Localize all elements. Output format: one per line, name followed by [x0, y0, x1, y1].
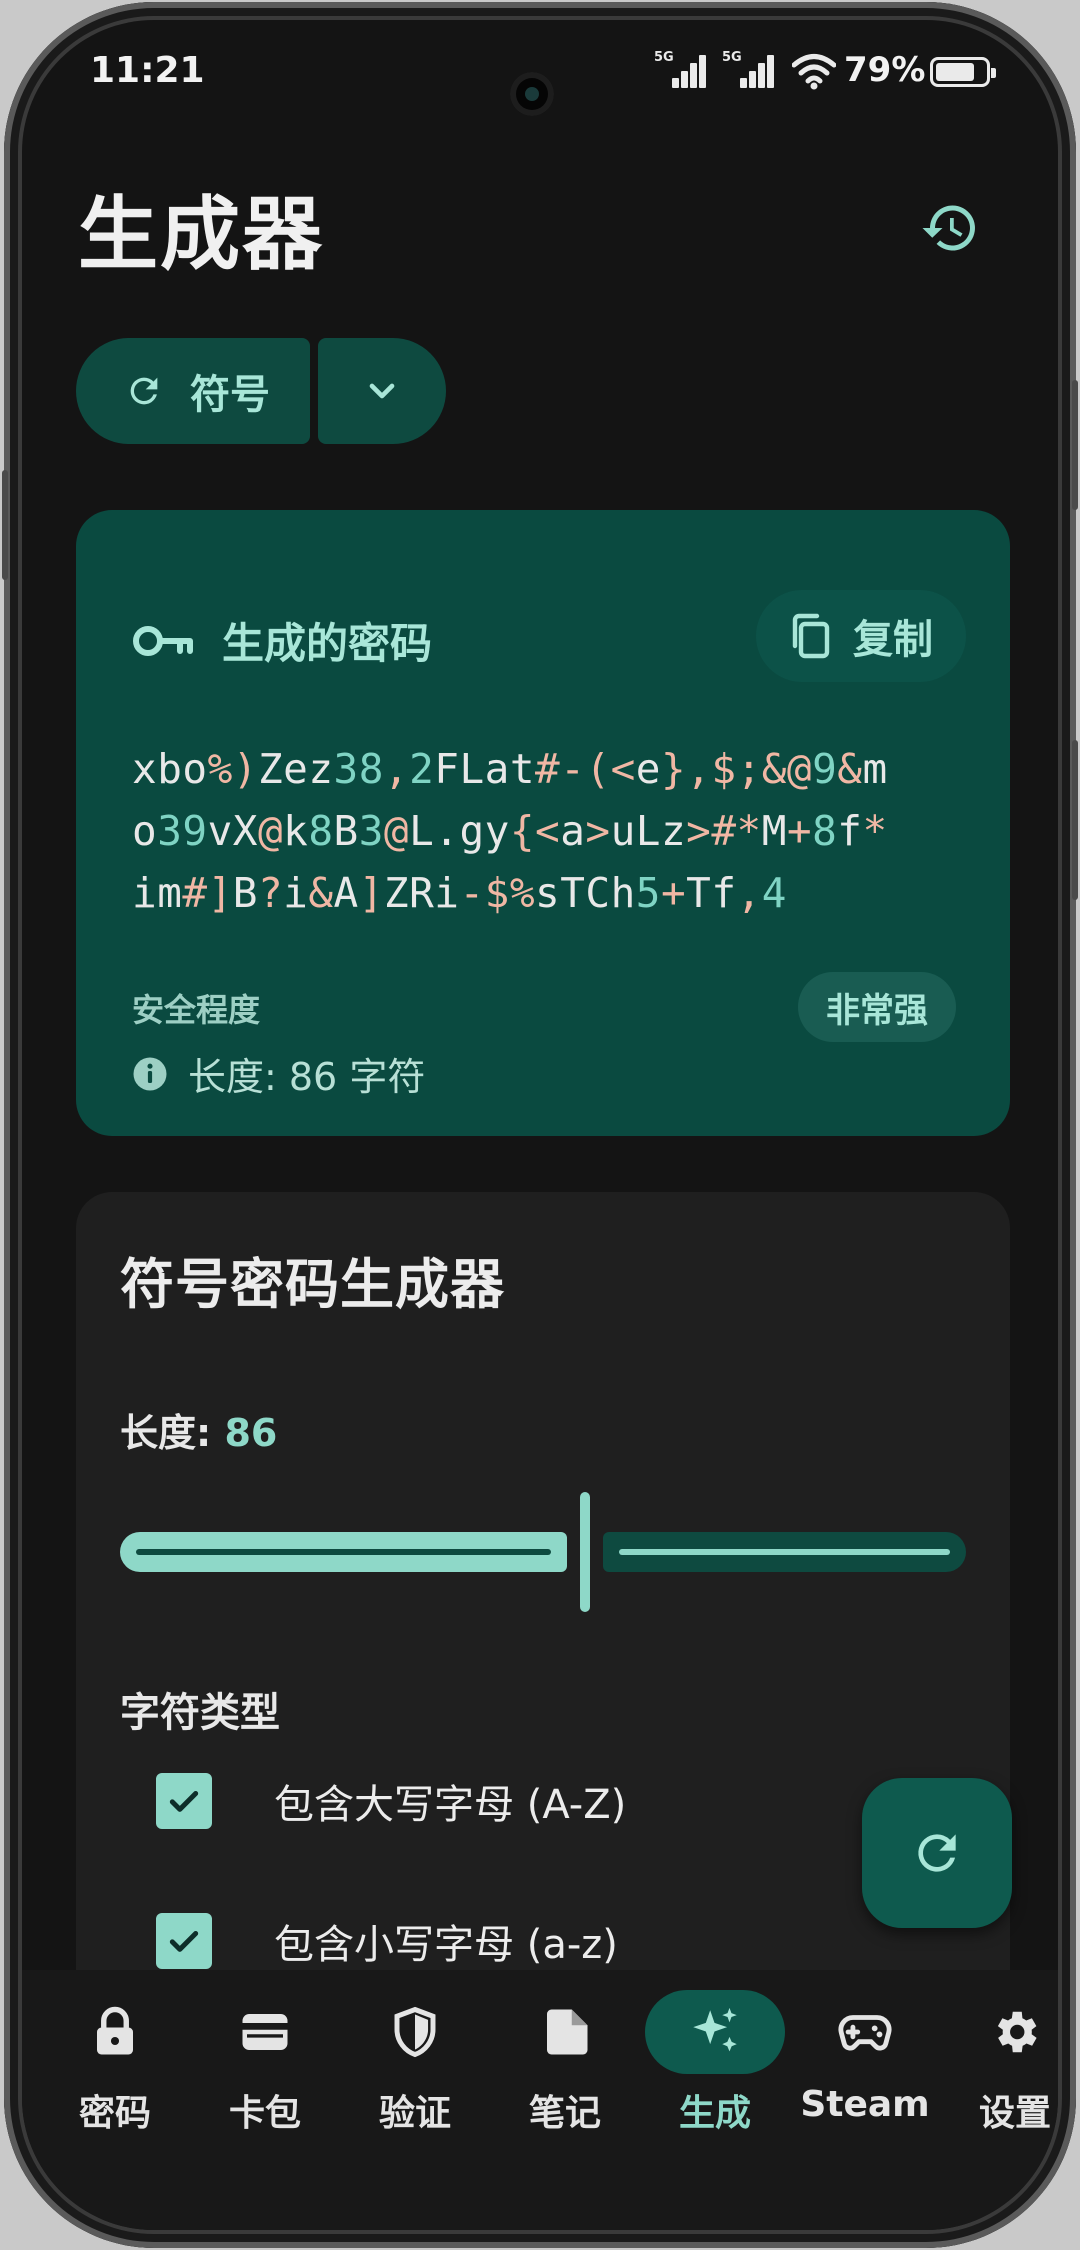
nav-item-wallet[interactable]: 卡包: [190, 1990, 340, 2136]
nav-pill: [945, 1990, 1058, 2074]
refresh-icon: [918, 1834, 956, 1872]
history-button[interactable]: [912, 190, 988, 266]
copy-label: 复制: [853, 617, 933, 663]
bottom-nav: 密码 卡包 验证 笔记 生成 Steam 设置: [22, 1970, 1058, 2230]
nav-label: 密码: [78, 2093, 151, 2134]
front-camera: [510, 72, 554, 116]
refresh-icon: [130, 377, 158, 405]
info-icon: [133, 1057, 167, 1090]
side-button: [2, 470, 8, 580]
nav-label: 卡包: [228, 2093, 301, 2134]
nav-pill: [345, 1990, 485, 2074]
option-lowercase[interactable]: 包含小写字母 (a-z): [156, 1912, 618, 1970]
screen: 11:21 5G 5G 79% 生成器 符号 生成的密码 复制 xbo%)Zez…: [22, 20, 1058, 2230]
length-value: 86: [224, 1411, 278, 1455]
status-bar: 11:21 5G 5G 79%: [22, 20, 1058, 130]
password-line: im#]B?i&A]ZRi-$%sTCh5+Tf,4: [132, 869, 787, 917]
card-title: 生成的密码: [222, 619, 433, 668]
generated-password-card: 生成的密码 复制 xbo%)Zez38,2FLat#-(<e},$;&@9&m o…: [76, 510, 1010, 1136]
nav-item-notes[interactable]: 笔记: [490, 1990, 640, 2136]
signal-icon: 5G: [654, 50, 706, 88]
key-icon: [133, 625, 193, 656]
uppercase-label: 包含大写字母 (A-Z): [274, 1782, 627, 1828]
length-row: 长度: 86: [120, 1402, 277, 1457]
length-info: 长度: 86 字符: [132, 1046, 425, 1101]
nav-item-passwords[interactable]: 密码: [40, 1990, 190, 2136]
shield-icon: [394, 2006, 436, 2058]
nav-pill: [645, 1990, 785, 2074]
battery-percent: 79%: [844, 50, 926, 90]
note-icon: [547, 2009, 588, 2055]
check-icon: [169, 1931, 199, 1952]
copy-button[interactable]: 复制: [756, 590, 966, 682]
option-uppercase[interactable]: 包含大写字母 (A-Z): [156, 1772, 626, 1830]
side-button: [1072, 380, 1078, 510]
lock-icon: [97, 2006, 133, 2055]
nav-item-authenticator[interactable]: 验证: [340, 1990, 490, 2136]
page-title: 生成器: [78, 188, 324, 281]
nav-item-generator[interactable]: 生成: [640, 1990, 790, 2136]
password-line: xbo%)Zez38,2FLat#-(<e},$;&@9&m: [132, 745, 888, 793]
nav-label: 笔记: [528, 2093, 601, 2134]
nav-pill: [495, 1990, 635, 2074]
slider-inactive-track: [603, 1532, 966, 1572]
signal-icon: 5G: [722, 50, 774, 88]
chevron-down-icon: [369, 383, 395, 399]
battery-icon: [930, 57, 996, 87]
nav-pill: [795, 1990, 935, 2074]
gamepad-icon: [838, 2015, 892, 2051]
nav-label: Steam: [800, 2084, 930, 2125]
generated-password[interactable]: xbo%)Zez38,2FLat#-(<e},$;&@9&m o39vX@k8B3…: [132, 738, 962, 924]
sparkle-icon: [693, 2007, 737, 2052]
nav-label: 生成: [678, 2093, 751, 2134]
gear-icon: [997, 2011, 1037, 2053]
battery-level: [936, 63, 974, 81]
generator-type-label: 符号: [190, 372, 270, 418]
strength-label: 安全程度: [132, 991, 261, 1029]
nav-item-steam[interactable]: Steam: [790, 1990, 940, 2125]
regenerate-fab[interactable]: [862, 1778, 1012, 1928]
network-type: 5G: [654, 50, 674, 65]
uppercase-checkbox[interactable]: [156, 1773, 212, 1829]
length-text: 长度: 86 字符: [188, 1055, 426, 1099]
nav-item-settings[interactable]: 设置: [940, 1990, 1058, 2136]
generator-settings-card: 符号密码生成器 长度: 86 字符类型 包含大写字母 (A-Z) 包含小写字母 …: [76, 1192, 1010, 2092]
check-icon: [169, 1791, 199, 1812]
nav-pill: [195, 1990, 335, 2074]
wallet-icon: [242, 2014, 288, 2050]
network-type: 5G: [722, 50, 742, 65]
card-header: 生成的密码: [132, 610, 432, 671]
side-button: [1072, 740, 1078, 900]
status-time: 11:21: [90, 50, 205, 91]
nav-label: 验证: [378, 2093, 451, 2134]
strength-badge: 非常强: [798, 972, 956, 1042]
copy-icon: [792, 613, 830, 659]
nav-label: 设置: [978, 2093, 1051, 2134]
lowercase-label: 包含小写字母 (a-z): [274, 1922, 618, 1968]
lowercase-checkbox[interactable]: [156, 1913, 212, 1969]
generator-type-button[interactable]: 符号: [76, 338, 310, 444]
wifi-icon: [792, 54, 836, 90]
password-line: o39vX@k8B3@L.gy{<a>uLz>#*M+8f*: [132, 807, 888, 855]
slider-active-track: [120, 1532, 568, 1572]
length-slider[interactable]: [120, 1492, 966, 1612]
slider-thumb[interactable]: [580, 1492, 591, 1612]
nav-pill: [45, 1990, 185, 2074]
length-label: 长度:: [120, 1411, 225, 1455]
history-icon: [922, 205, 975, 251]
generator-type-dropdown[interactable]: [318, 338, 446, 444]
charset-title: 字符类型: [120, 1690, 280, 1736]
generator-title: 符号密码生成器: [120, 1253, 505, 1316]
